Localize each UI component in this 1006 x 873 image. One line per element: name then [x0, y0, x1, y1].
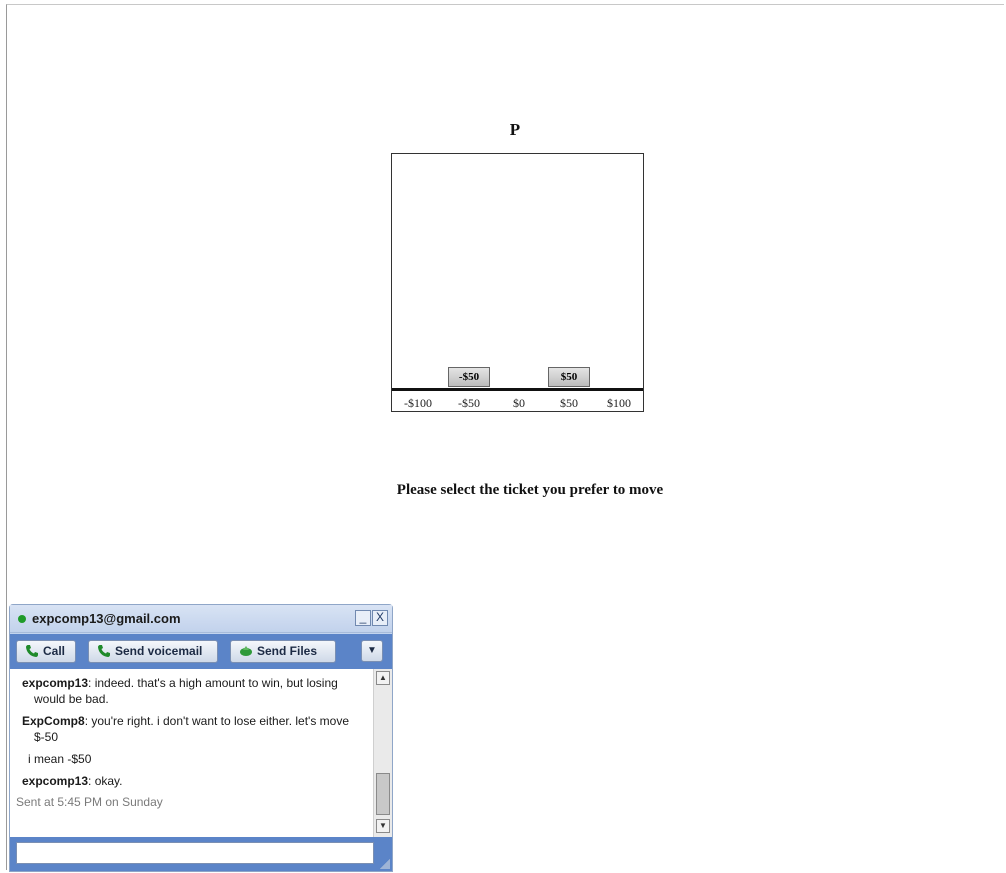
axis-label: $50 [560, 396, 578, 410]
message-text: : okay. [88, 774, 123, 788]
chat-window: expcomp13@gmail.com _ X Call Send voicem… [9, 604, 393, 872]
axis-label: $0 [513, 396, 525, 410]
call-button[interactable]: Call [16, 640, 76, 663]
call-button-label: Call [43, 644, 66, 658]
chat-title-bar[interactable]: expcomp13@gmail.com _ X [10, 605, 392, 633]
chat-input-bar [10, 837, 392, 871]
chat-message-continuation: i mean -$50 [28, 752, 92, 766]
ticket-board: -$50 $50 -$100 -$50 $0 $50 $100 [391, 153, 644, 412]
chat-message-input[interactable] [16, 842, 374, 864]
scroll-down-icon[interactable]: ▼ [376, 819, 390, 833]
resize-grip-icon[interactable] [380, 859, 390, 869]
phone-icon [26, 645, 38, 657]
send-files-button[interactable]: Send Files [230, 640, 336, 663]
message-sender: ExpComp8 [22, 714, 85, 728]
instruction-text: Please select the ticket you prefer to m… [396, 482, 664, 498]
message-sender: expcomp13 [22, 676, 89, 690]
phone-icon [98, 645, 110, 657]
scroll-thumb[interactable] [376, 773, 390, 815]
close-button[interactable]: X [372, 610, 388, 626]
axis-label: -$50 [458, 396, 480, 410]
chevron-down-icon[interactable]: ▼ [361, 640, 383, 662]
axis-label: -$100 [404, 396, 432, 410]
chat-toolbar: Call Send voicemail Send Files ▼ [10, 634, 392, 669]
axis-line [392, 388, 643, 391]
chat-scrollbar[interactable]: ▲ ▼ [373, 669, 392, 837]
chat-message: ExpComp8: you're right. i don't want to … [16, 713, 369, 745]
sent-timestamp: Sent at 5:45 PM on Sunday [16, 795, 163, 809]
send-voicemail-button[interactable]: Send voicemail [88, 640, 218, 663]
send-voicemail-label: Send voicemail [115, 644, 203, 658]
minimize-button[interactable]: _ [355, 610, 371, 626]
chat-contact-email: expcomp13@gmail.com [32, 611, 181, 626]
chat-message: expcomp13: okay. [16, 773, 369, 789]
ticket-pos50[interactable]: $50 [548, 367, 590, 387]
panel-title: P [509, 120, 521, 139]
axis-label: $100 [607, 396, 631, 410]
chat-transcript: expcomp13: indeed. that's a high amount … [10, 669, 373, 837]
chat-message: expcomp13: indeed. that's a high amount … [16, 675, 369, 707]
send-files-icon [240, 646, 252, 656]
scroll-up-icon[interactable]: ▲ [376, 671, 390, 685]
online-status-icon [18, 615, 26, 623]
ticket-neg50[interactable]: -$50 [448, 367, 490, 387]
send-files-label: Send Files [257, 644, 318, 658]
message-sender: expcomp13 [22, 774, 89, 788]
